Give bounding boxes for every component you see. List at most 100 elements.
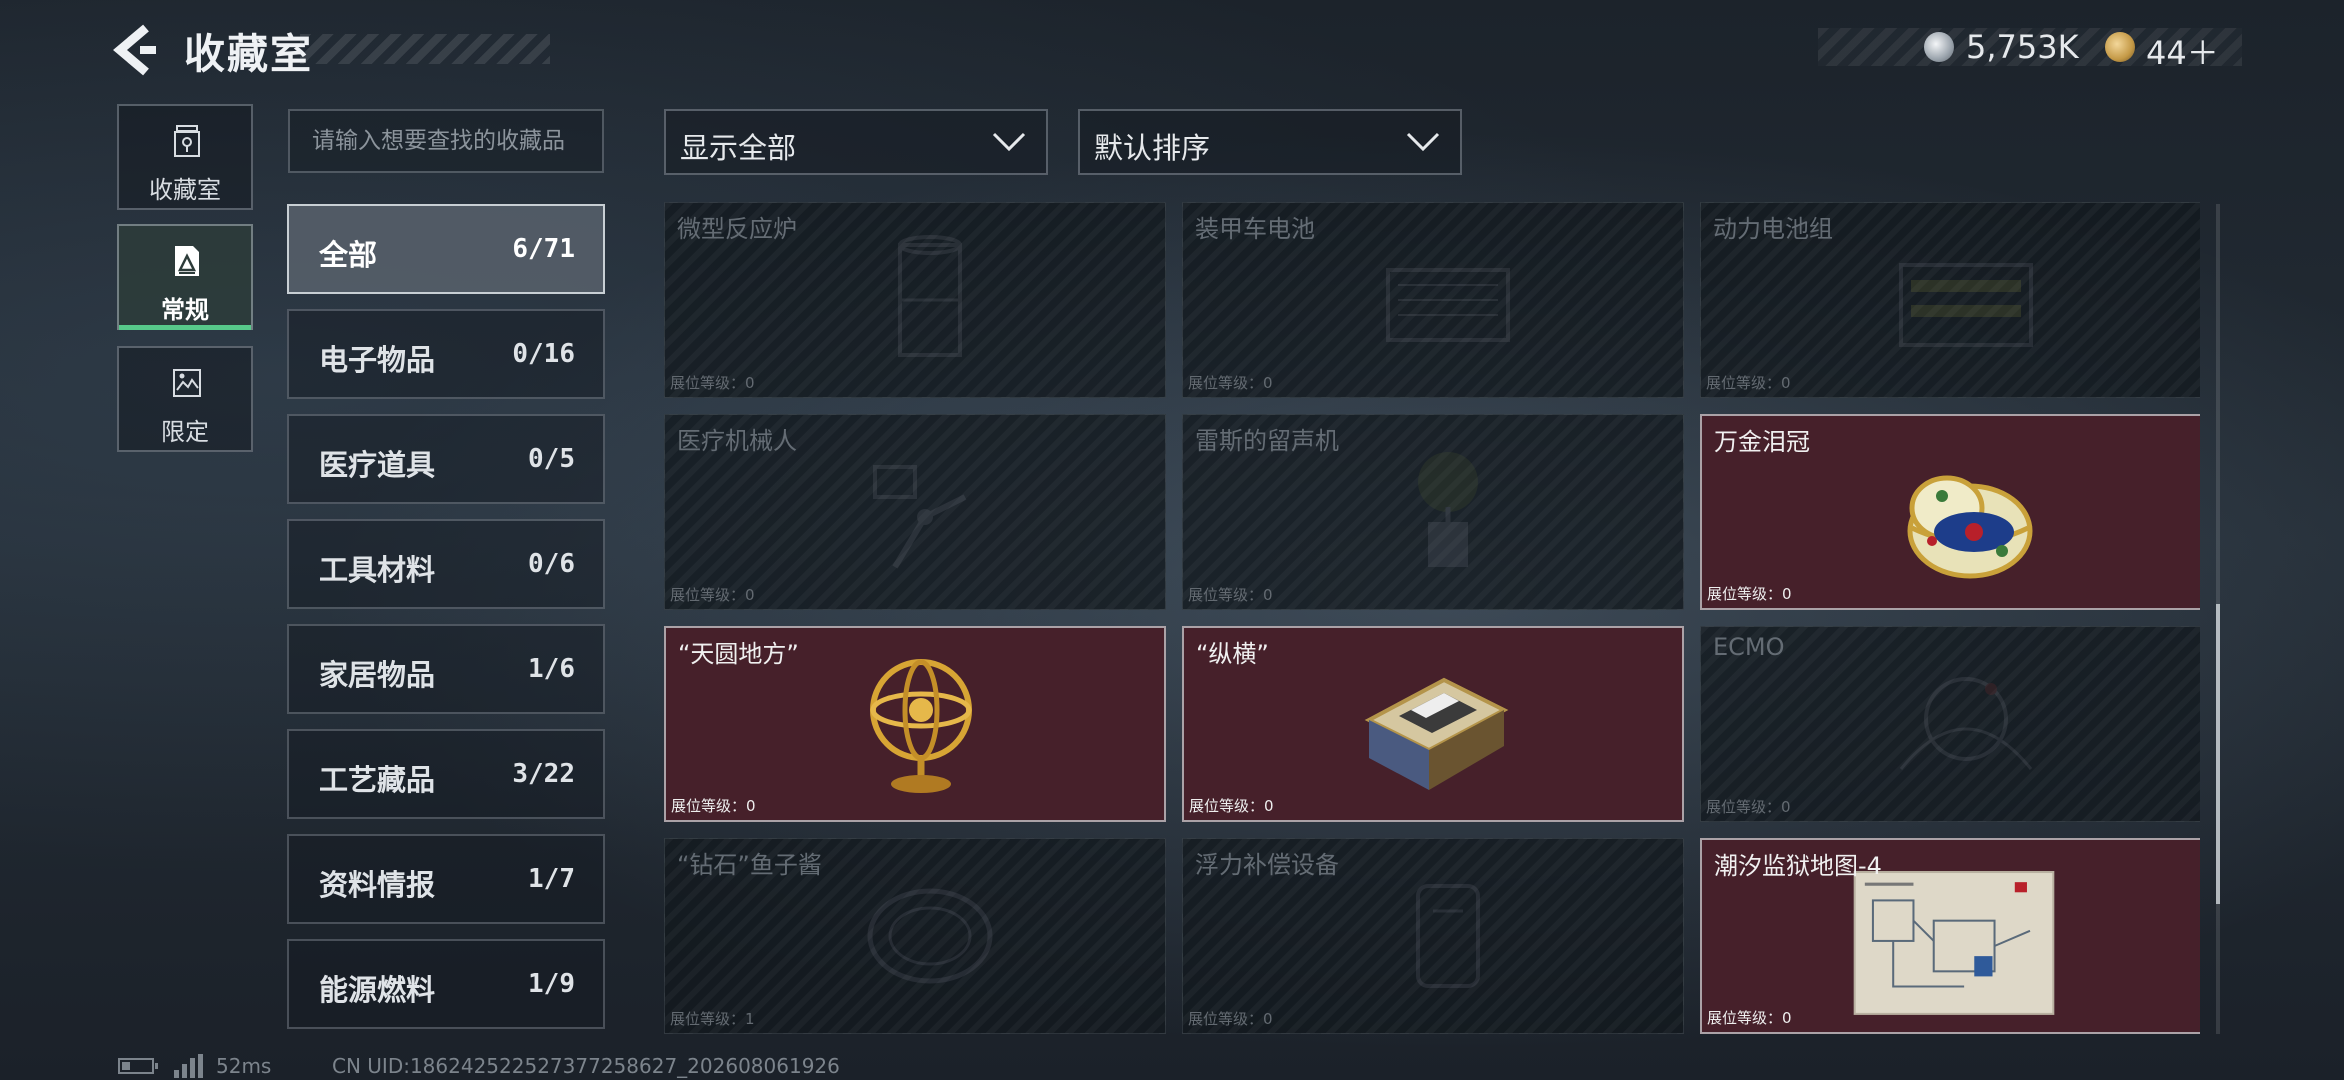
category-count: 1/7 <box>528 864 575 894</box>
collection-grid: 微型反应炉 展位等级：0 装甲车电池 展位等级：0 动力电池组 展位等级：0 医… <box>664 202 2200 1034</box>
title-decoration <box>300 34 550 64</box>
item-name: 浮力补偿设备 <box>1195 851 1339 879</box>
tab-limited-label: 限定 <box>161 418 209 446</box>
display-level: 展位等级：0 <box>670 374 755 392</box>
display-level: 展位等级：1 <box>670 1010 755 1028</box>
scrollbar-thumb[interactable] <box>2216 604 2220 904</box>
category-energy[interactable]: 能源燃料 1/9 <box>287 939 605 1029</box>
back-arrow-icon <box>113 24 156 76</box>
category-name: 能源燃料 <box>319 973 436 1007</box>
battery-icon <box>1386 268 1510 342</box>
collection-card-chess-box[interactable]: “纵横” 展位等级：0 <box>1182 626 1684 822</box>
display-level: 展位等级：0 <box>1707 1009 1792 1027</box>
category-name: 电子物品 <box>319 343 436 377</box>
display-level: 展位等级：0 <box>1189 797 1274 815</box>
item-name: “钻石”鱼子酱 <box>677 851 822 879</box>
category-name: 工具材料 <box>319 553 436 587</box>
category-name: 医疗道具 <box>319 448 436 482</box>
category-tools[interactable]: 工具材料 0/6 <box>287 519 605 609</box>
gramophone-icon <box>1418 452 1478 567</box>
battery-status-icon <box>118 1058 158 1074</box>
limited-icon <box>173 369 201 397</box>
category-household[interactable]: 家居物品 1/6 <box>287 624 605 714</box>
collection-card-armored-battery[interactable]: 装甲车电池 展位等级：0 <box>1182 202 1684 398</box>
filter-dropdown[interactable]: 显示全部 <box>664 109 1048 175</box>
category-electronics[interactable]: 电子物品 0/16 <box>287 309 605 399</box>
item-name: 动力电池组 <box>1713 215 1833 243</box>
collection-card-buoyancy-device[interactable]: 浮力补偿设备 展位等级：0 <box>1182 838 1684 1034</box>
currency-bar: 5,753K 44＋ <box>1818 28 2242 72</box>
collection-card-micro-reactor[interactable]: 微型反应炉 展位等级：0 <box>664 202 1166 398</box>
category-count: 0/5 <box>528 444 575 474</box>
item-name: 装甲车电池 <box>1195 215 1315 243</box>
category-count: 1/6 <box>528 654 575 684</box>
gold-token-amount[interactable]: 44＋ <box>2146 28 2219 74</box>
silver-coin-icon <box>1924 32 1954 62</box>
category-count: 6/71 <box>512 234 575 264</box>
category-medical[interactable]: 医疗道具 0/5 <box>287 414 605 504</box>
category-count: 0/16 <box>512 339 575 369</box>
gold-token-icon <box>2105 32 2135 62</box>
buoyancy-device-icon <box>1416 884 1480 988</box>
chevron-down-icon <box>1406 132 1440 152</box>
display-level: 展位等级：0 <box>1188 1010 1273 1028</box>
item-name: 雷斯的留声机 <box>1195 427 1339 455</box>
display-level: 展位等级：0 <box>1706 798 1791 816</box>
collection-card-ecmo[interactable]: ECMO 展位等级：0 <box>1700 626 2200 822</box>
ecmo-machine-icon <box>1899 677 2033 770</box>
signal-icon <box>174 1054 203 1078</box>
category-name: 全部 <box>319 238 378 272</box>
sort-dropdown[interactable]: 默认排序 <box>1078 109 1462 175</box>
item-name: 潮汐监狱地图-4 <box>1714 852 1882 880</box>
category-name: 家居物品 <box>319 658 436 692</box>
active-tab-indicator <box>119 325 251 330</box>
collection-card-power-battery-pack[interactable]: 动力电池组 展位等级：0 <box>1700 202 2200 398</box>
chevron-down-icon <box>992 132 1026 152</box>
tab-collection-room[interactable]: 收藏室 <box>117 104 253 210</box>
category-name: 工艺藏品 <box>319 763 436 797</box>
item-name: ECMO <box>1713 633 1785 661</box>
category-count: 0/6 <box>528 549 575 579</box>
tab-collection-room-label: 收藏室 <box>149 176 221 204</box>
robot-arm-icon <box>873 465 967 569</box>
display-level: 展位等级：0 <box>1707 585 1792 603</box>
category-intel[interactable]: 资料情报 1/7 <box>287 834 605 924</box>
tab-regular[interactable]: 常规 <box>117 224 253 330</box>
search-input[interactable] <box>288 109 604 173</box>
collection-card-jeweled-egg[interactable]: 万金泪冠 展位等级：0 <box>1700 414 2200 610</box>
armillary-sphere-icon <box>870 659 972 793</box>
item-name: 微型反应炉 <box>677 215 797 243</box>
item-name: “天圆地方” <box>678 640 799 668</box>
display-level: 展位等级：0 <box>1188 374 1273 392</box>
collection-card-armillary-sphere[interactable]: “天圆地方” 展位等级：0 <box>664 626 1166 822</box>
collection-card-tidal-prison-map[interactable]: 潮汐监狱地图-4 展位等级：0 <box>1700 838 2200 1034</box>
collection-card-diamond-caviar[interactable]: “钻石”鱼子酱 展位等级：1 <box>664 838 1166 1034</box>
category-name: 资料情报 <box>319 868 436 902</box>
back-button[interactable] <box>112 22 162 78</box>
collection-room-icon <box>174 125 200 157</box>
regular-icon <box>175 246 199 276</box>
display-level: 展位等级：0 <box>671 797 756 815</box>
item-name: “纵横” <box>1196 640 1269 668</box>
user-uid: CN UID:186242522527377258627_20260806192… <box>332 1054 840 1078</box>
display-level: 展位等级：0 <box>1188 586 1273 604</box>
item-name: 万金泪冠 <box>1714 428 1810 456</box>
tab-regular-label: 常规 <box>161 296 209 324</box>
page-title: 收藏室 <box>184 30 313 78</box>
sort-selected: 默认排序 <box>1094 131 1211 165</box>
chess-box-icon <box>1364 677 1509 790</box>
header: 收藏室 5,753K 44＋ <box>0 0 2344 100</box>
map-icon <box>1853 871 2055 1015</box>
category-crafts[interactable]: 工艺藏品 3/22 <box>287 729 605 819</box>
collection-card-medical-robot[interactable]: 医疗机械人 展位等级：0 <box>664 414 1166 610</box>
grid-scrollbar[interactable] <box>2216 204 2220 1034</box>
category-count: 3/22 <box>512 759 575 789</box>
filter-selected: 显示全部 <box>680 131 797 165</box>
display-level: 展位等级：0 <box>1706 374 1791 392</box>
tab-limited[interactable]: 限定 <box>117 346 253 452</box>
reactor-icon <box>898 235 962 357</box>
collection-card-gramophone[interactable]: 雷斯的留声机 展位等级：0 <box>1182 414 1684 610</box>
caviar-tin-icon <box>867 888 993 984</box>
status-footer: 52ms CN UID:186242522527377258627_202608… <box>0 1050 2344 1080</box>
category-all[interactable]: 全部 6/71 <box>287 204 605 294</box>
